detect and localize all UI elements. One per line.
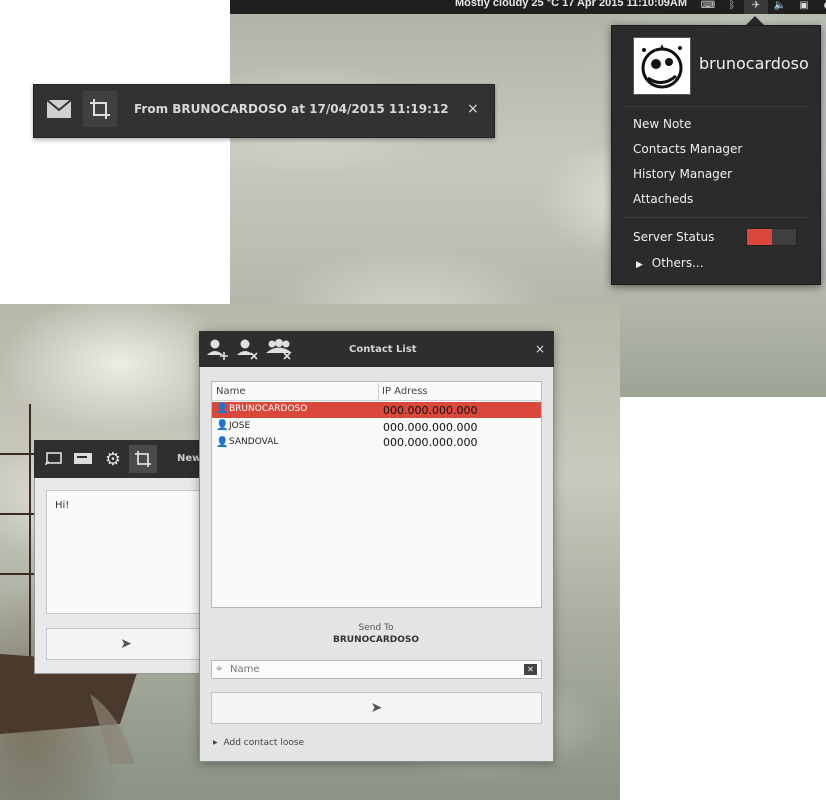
- menu-username: brunocardoso: [699, 54, 809, 73]
- crop-icon[interactable]: [129, 445, 157, 473]
- contact-name: JOSE: [229, 421, 251, 431]
- contact-list-close-button[interactable]: ×: [535, 342, 545, 356]
- clear-input-icon[interactable]: ✕: [524, 664, 537, 675]
- volume-icon[interactable]: 🔈: [768, 0, 792, 14]
- menu-item-new-note[interactable]: New Note: [633, 117, 691, 131]
- cast-icon[interactable]: [40, 445, 68, 473]
- person-icon: 👤: [216, 420, 229, 431]
- person-icon: 👤: [216, 403, 229, 414]
- send-icon: ➤: [370, 700, 383, 716]
- menu-separator: [622, 217, 807, 218]
- contact-name: BRUNOCARDOSO: [229, 404, 308, 414]
- name-search-field[interactable]: ⌖ ✕: [211, 660, 542, 679]
- send-to-value: BRUNOCARDOSO: [332, 635, 420, 645]
- contact-name: SANDOVAL: [229, 437, 279, 447]
- bluetooth-icon[interactable]: ᛒ: [720, 0, 744, 14]
- keyboard-icon[interactable]: ⌨: [696, 0, 720, 14]
- menu-item-attacheds[interactable]: Attacheds: [633, 192, 693, 206]
- note-text-area[interactable]: [46, 490, 216, 614]
- locate-icon: ⌖: [216, 662, 223, 675]
- network-icon[interactable]: ▣: [792, 0, 816, 14]
- contact-ip: 000.000.000.000: [383, 421, 478, 434]
- mail-icon[interactable]: [43, 91, 75, 127]
- remove-contact-icon[interactable]: [233, 334, 263, 364]
- server-status-label: Server Status: [633, 230, 715, 244]
- crop-icon[interactable]: [83, 91, 117, 127]
- add-contact-icon[interactable]: [203, 334, 233, 364]
- table-row[interactable]: 👤 BRUNOCARDOSO 000.000.000.000: [212, 402, 541, 418]
- user-icon[interactable]: ●: [816, 0, 826, 14]
- contact-list-title: Contact List: [349, 344, 417, 355]
- message-icon[interactable]: [69, 445, 97, 473]
- send-to-label: Send To: [358, 623, 394, 633]
- table-header-divider: [211, 400, 542, 401]
- menu-separator: [622, 106, 807, 107]
- server-status-toggle[interactable]: [746, 228, 797, 246]
- column-header-ip[interactable]: IP Adress: [382, 386, 428, 397]
- triangle-right-icon: ▶: [636, 260, 643, 270]
- panel-indicators: ⌨ ᛒ ✈ 🔈 ▣ ●: [696, 0, 826, 14]
- menu-item-contacts-manager[interactable]: Contacts Manager: [633, 142, 742, 156]
- column-divider: [378, 383, 379, 400]
- notification-text: From BRUNOCARDOSO at 17/04/2015 11:19:12: [134, 102, 449, 116]
- gear-icon[interactable]: ⚙: [99, 445, 127, 473]
- note-body-text: Hi!: [55, 500, 70, 511]
- others-label: Others...: [651, 256, 704, 270]
- send-button[interactable]: ➤: [211, 692, 542, 724]
- note-title: New: [177, 453, 202, 464]
- paper-plane-icon[interactable]: ✈: [744, 0, 768, 14]
- name-input[interactable]: [230, 662, 520, 677]
- add-contact-loose-expander[interactable]: ▶ Add contact loose: [213, 738, 304, 748]
- remove-group-icon[interactable]: [264, 334, 294, 364]
- avatar: [633, 37, 691, 95]
- table-row[interactable]: 👤 JOSE 000.000.000.000: [212, 419, 541, 435]
- person-icon: 👤: [216, 437, 229, 448]
- add-contact-loose-label: Add contact loose: [223, 738, 305, 748]
- column-header-name[interactable]: Name: [216, 386, 246, 397]
- contact-ip: 000.000.000.000: [383, 404, 478, 417]
- menu-item-history-manager[interactable]: History Manager: [633, 167, 732, 181]
- triangle-right-icon: ▶: [213, 739, 218, 746]
- menu-item-others[interactable]: ▶ Others...: [636, 256, 704, 270]
- panel-datetime-weather[interactable]: Mostly cloudy 25 °C 17 Apr 2015 11:10:09…: [455, 0, 687, 9]
- notification-close-button[interactable]: ×: [467, 101, 479, 117]
- menu-arrow: [746, 16, 764, 25]
- table-row[interactable]: 👤 SANDOVAL 000.000.000.000: [212, 436, 541, 452]
- contact-ip: 000.000.000.000: [383, 436, 478, 449]
